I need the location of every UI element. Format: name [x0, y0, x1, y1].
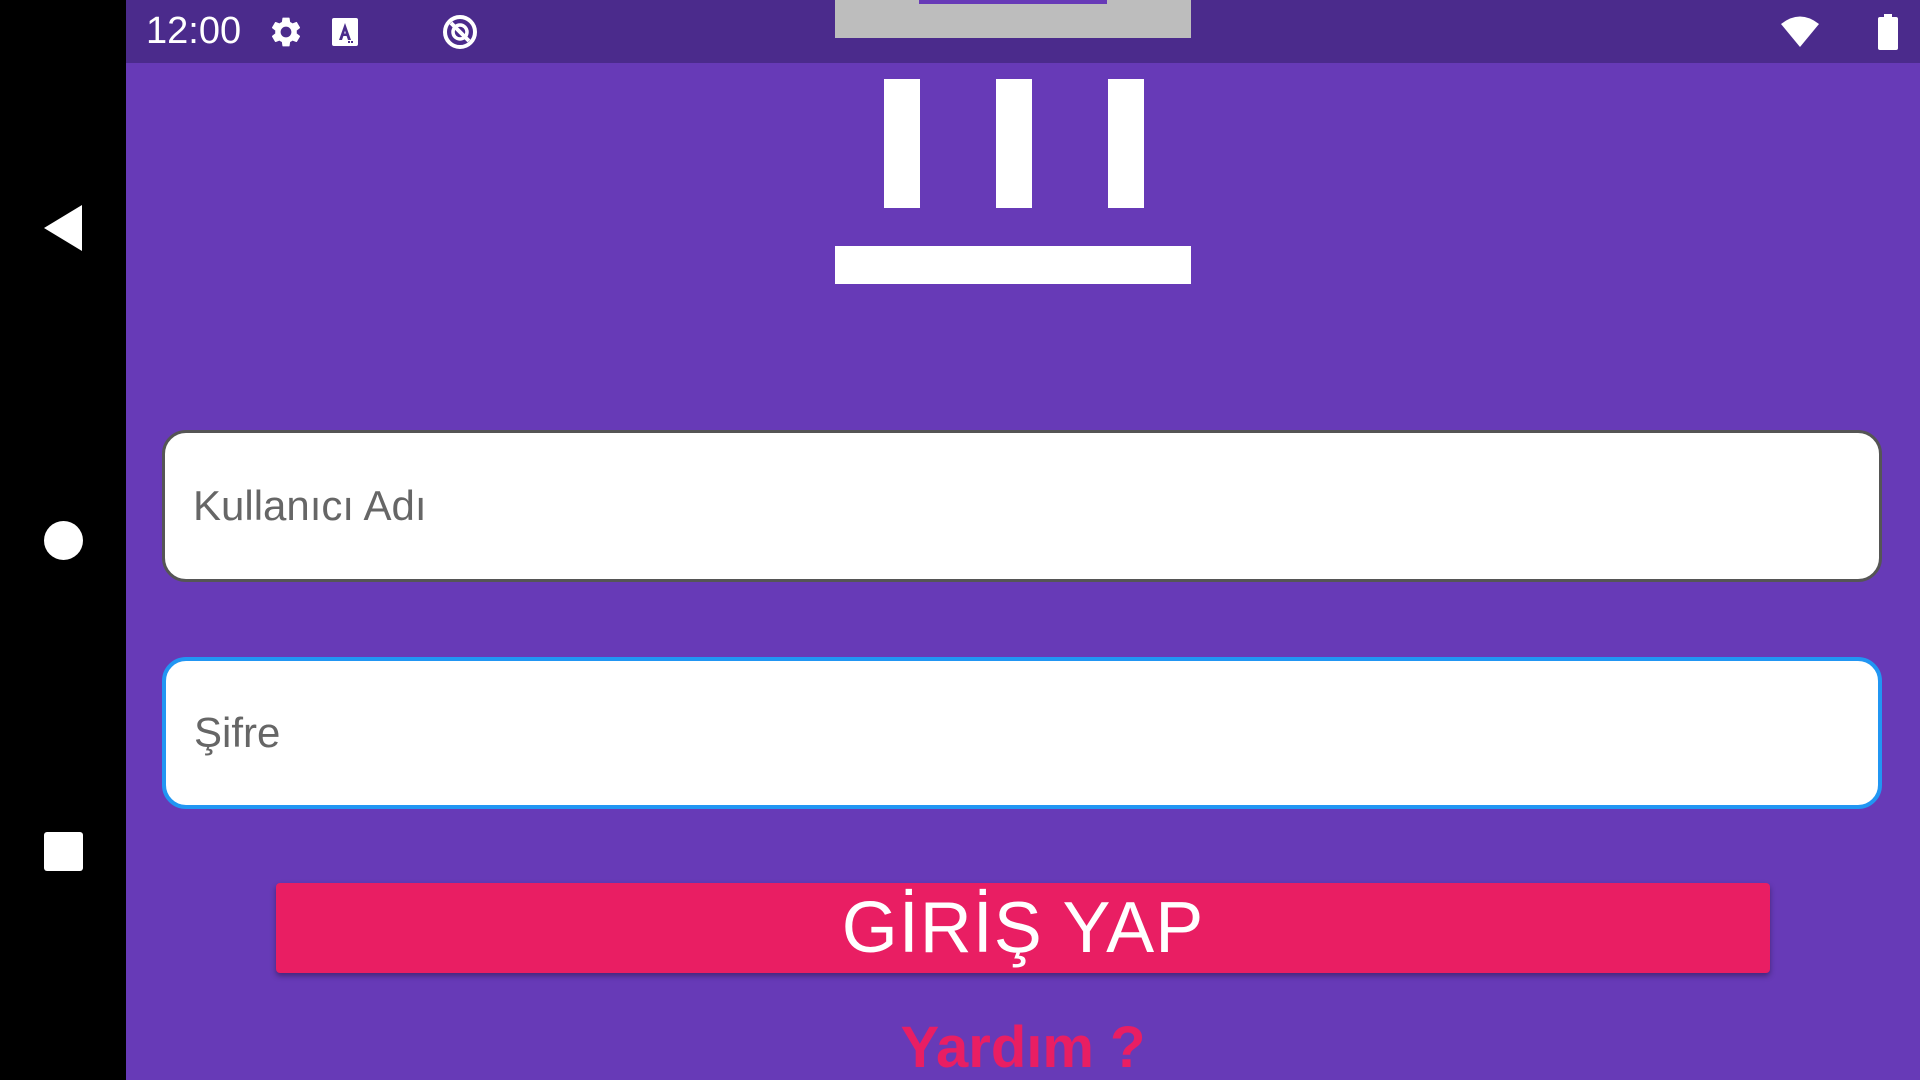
bank-building-icon: [835, 0, 1191, 284]
recents-button[interactable]: [0, 806, 126, 896]
username-field[interactable]: [162, 430, 1882, 582]
back-button[interactable]: [0, 183, 126, 273]
help-link[interactable]: Yardım ?: [126, 1008, 1920, 1080]
username-input[interactable]: [165, 433, 1879, 579]
font-a-icon: [325, 12, 365, 52]
logo-roof: [835, 0, 1191, 38]
logo-roof-notch: [919, 0, 1107, 4]
logo-pillar: [884, 79, 920, 208]
login-button[interactable]: GİRİŞ YAP: [276, 883, 1770, 973]
password-field[interactable]: [162, 657, 1882, 809]
home-icon: [43, 520, 83, 560]
login-screen: 12:00 Kullanıcı Adı GİRİŞ YAP Yardım ?: [0, 0, 1920, 1080]
password-input[interactable]: [166, 661, 1878, 805]
recents-icon: [43, 831, 83, 871]
back-icon: [44, 205, 82, 251]
logo-pillar: [1108, 79, 1144, 208]
wifi-icon: [1780, 12, 1820, 52]
navigation-bar: [0, 0, 126, 1080]
battery-icon: [1868, 12, 1908, 52]
logo-base: [835, 246, 1191, 284]
settings-gear-icon: [266, 12, 306, 52]
home-button[interactable]: [0, 495, 126, 585]
status-time: 12:00: [146, 10, 242, 52]
logo-pillar: [996, 79, 1032, 208]
sync-circle-icon: [440, 12, 480, 52]
